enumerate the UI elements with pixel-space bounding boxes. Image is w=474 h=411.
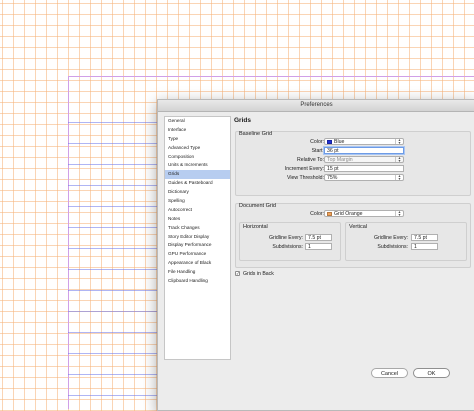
preferences-dialog: Preferences General Interface Type Advan… xyxy=(157,99,474,411)
page-edge-top xyxy=(68,76,474,77)
baseline-increment-label: Increment Every: xyxy=(284,166,324,172)
vertical-gridline-label: Gridline Every: xyxy=(373,235,408,241)
horizontal-gridline-field[interactable]: 7.5 pt xyxy=(305,234,332,241)
baseline-color-select[interactable]: Blue ▲ ▼ xyxy=(324,138,404,145)
sidebar-item-story-editor-display[interactable]: Story Editor Display xyxy=(165,233,230,242)
horizontal-subdivisions-label: Subdivisions: xyxy=(272,244,303,250)
vertical-subdivisions-label: Subdivisions: xyxy=(377,244,408,250)
horizontal-gridline-label: Gridline Every: xyxy=(268,235,303,241)
sidebar-item-gpu-performance[interactable]: GPU Performance xyxy=(165,250,230,259)
document-color-label: Color: xyxy=(310,211,324,217)
sidebar-item-composition[interactable]: Composition xyxy=(165,153,230,162)
ok-button[interactable]: OK xyxy=(413,368,450,378)
sidebar-item-file-handling[interactable]: File Handling xyxy=(165,268,230,277)
grids-in-back-checkbox[interactable]: ✓ xyxy=(235,271,240,276)
baseline-view-threshold-value: 75% xyxy=(327,175,338,181)
baseline-grid-group: Baseline Grid Color: Blue ▲ ▼ Start: 36 p… xyxy=(235,131,471,196)
sidebar-item-appearance-of-black[interactable]: Appearance of Black xyxy=(165,259,230,268)
sidebar-item-advanced-type[interactable]: Advanced Type xyxy=(165,144,230,153)
chevron-updown-icon: ▲ ▼ xyxy=(395,156,403,163)
sidebar-item-grids[interactable]: Grids xyxy=(165,170,230,180)
horizontal-label: Horizontal xyxy=(243,224,268,230)
vertical-gridline-field[interactable]: 7.5 pt xyxy=(411,234,438,241)
orange-swatch-icon xyxy=(327,211,332,216)
baseline-start-label: Start: xyxy=(311,148,324,154)
grids-in-back-label: Grids in Back xyxy=(243,271,274,277)
sidebar-item-units-increments[interactable]: Units & Increments xyxy=(165,161,230,170)
baseline-color-value: Blue xyxy=(334,139,345,145)
document-grid-group: Document Grid Color: Grid Orange ▲ ▼ Hori… xyxy=(235,203,471,268)
vertical-subdivisions-field[interactable]: 1 xyxy=(411,243,438,250)
sidebar-item-type[interactable]: Type xyxy=(165,135,230,144)
cancel-button[interactable]: Cancel xyxy=(371,368,408,378)
baseline-color-label: Color: xyxy=(310,139,324,145)
baseline-view-threshold-select[interactable]: 75% ▲ ▼ xyxy=(324,174,404,181)
dialog-title[interactable]: Preferences xyxy=(158,100,474,112)
sidebar-item-notes[interactable]: Notes xyxy=(165,215,230,224)
baseline-grid-label: Baseline Grid xyxy=(239,131,273,137)
chevron-updown-icon: ▲ ▼ xyxy=(395,174,403,181)
sidebar-item-display-performance[interactable]: Display Performance xyxy=(165,241,230,250)
sidebar-item-interface[interactable]: Interface xyxy=(165,126,230,135)
horizontal-subdivisions-field[interactable]: 1 xyxy=(305,243,332,250)
baseline-relative-to-label: Relative To: xyxy=(296,157,324,163)
sidebar-item-track-changes[interactable]: Track Changes xyxy=(165,224,230,233)
sidebar-item-clipboard-handling[interactable]: Clipboard Handling xyxy=(165,277,230,286)
vertical-label: Vertical xyxy=(349,224,368,230)
sidebar-item-spelling[interactable]: Spelling xyxy=(165,197,230,206)
sidebar-item-autocorrect[interactable]: Autocorrect xyxy=(165,206,230,215)
baseline-increment-field[interactable]: 15 pt xyxy=(324,165,404,172)
baseline-view-threshold-label: View Threshold: xyxy=(286,175,324,181)
document-color-select[interactable]: Grid Orange ▲ ▼ xyxy=(324,210,404,217)
chevron-updown-icon: ▲ ▼ xyxy=(395,138,403,145)
page-edge-left xyxy=(68,76,69,409)
section-title: Grids xyxy=(234,117,251,124)
horizontal-subgroup: Horizontal Gridline Every: 7.5 pt Subdiv… xyxy=(239,222,341,261)
preferences-sidebar: General Interface Type Advanced Type Com… xyxy=(164,116,231,360)
document-color-value: Grid Orange xyxy=(334,211,363,217)
baseline-relative-to-select[interactable]: Top Margin ▲ ▼ xyxy=(324,156,404,163)
baseline-relative-to-value: Top Margin xyxy=(327,157,353,163)
blue-swatch-icon xyxy=(327,139,332,144)
vertical-subgroup: Vertical Gridline Every: 7.5 pt Subdivis… xyxy=(345,222,467,261)
sidebar-item-general[interactable]: General xyxy=(165,117,230,126)
document-grid-label: Document Grid xyxy=(239,203,276,209)
sidebar-item-dictionary[interactable]: Dictionary xyxy=(165,188,230,197)
baseline-start-field[interactable]: 36 pt xyxy=(324,147,404,154)
chevron-updown-icon: ▲ ▼ xyxy=(395,210,403,217)
sidebar-item-guides-pasteboard[interactable]: Guides & Pasteboard xyxy=(165,179,230,188)
